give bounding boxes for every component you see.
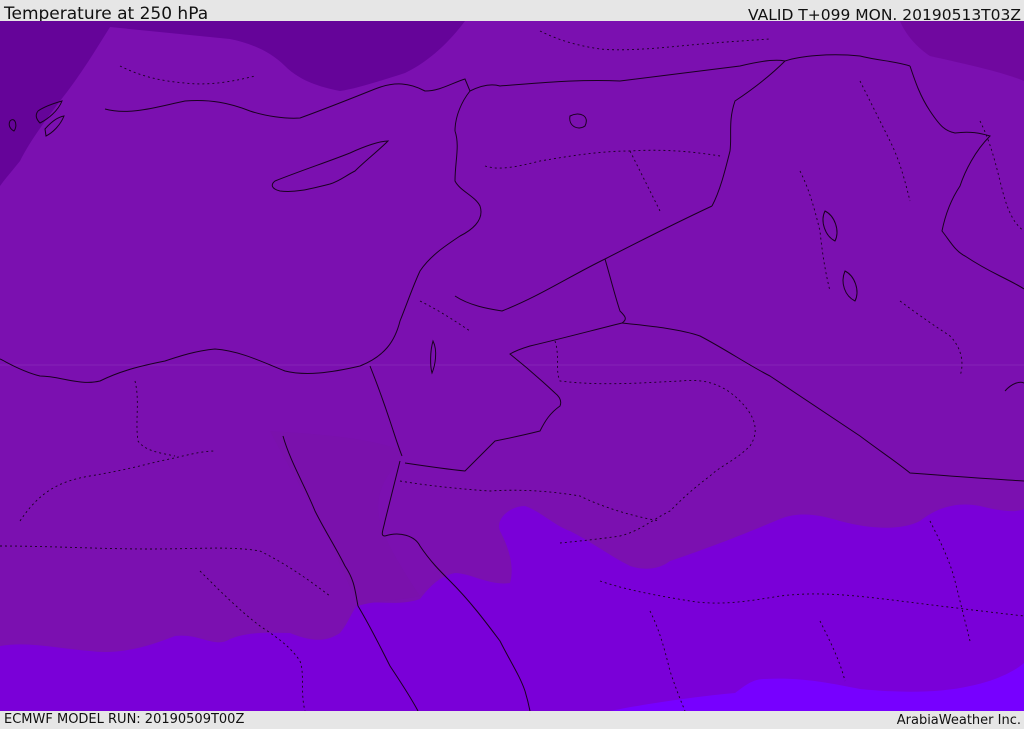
footer-bar: ECMWF MODEL RUN: 20190509T00Z ArabiaWeat… (0, 711, 1024, 729)
model-run-label: ECMWF MODEL RUN: 20190509T00Z (4, 712, 245, 727)
header-bar: Temperature at 250 hPa VALID T+099 MON. … (0, 0, 1024, 24)
temperature-map[interactable] (0, 21, 1024, 711)
credit-label: ArabiaWeather Inc. (896, 713, 1021, 728)
